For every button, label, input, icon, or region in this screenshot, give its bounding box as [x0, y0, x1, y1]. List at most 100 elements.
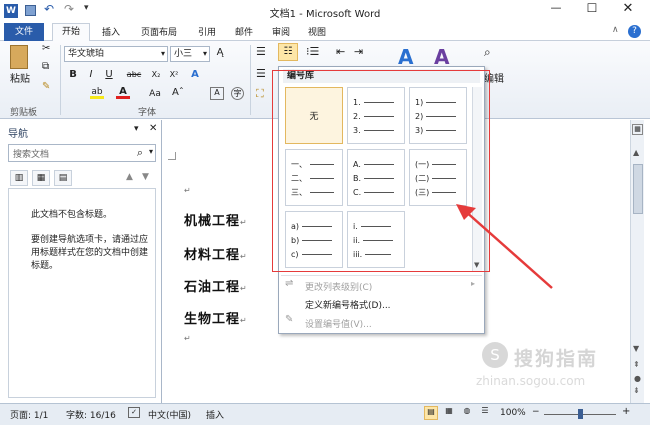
- doc-heading-4[interactable]: 生物工程↵: [184, 308, 248, 327]
- close-button[interactable]: ✕: [616, 1, 640, 19]
- search-icon[interactable]: ⌕: [137, 146, 143, 160]
- prev-page-icon[interactable]: ⇞: [633, 360, 640, 369]
- help-icon[interactable]: ?: [628, 25, 641, 38]
- scroll-up-icon[interactable]: ▲: [633, 148, 639, 157]
- tab-home[interactable]: 开始: [52, 23, 90, 42]
- decrease-indent-icon[interactable]: ⇤: [336, 45, 345, 58]
- nav-next-icon[interactable]: ▼: [142, 172, 149, 182]
- vertical-scrollbar[interactable]: ▦ ▲ ▼ ⇞ ● ⇟: [630, 120, 644, 403]
- outline-view-button[interactable]: ☰: [478, 406, 492, 420]
- web-layout-view-button[interactable]: ◍: [460, 406, 474, 420]
- zoom-slider[interactable]: [544, 409, 616, 419]
- proofing-icon[interactable]: ✓: [128, 407, 140, 418]
- scroll-down-icon[interactable]: ▼: [633, 344, 639, 353]
- align-left-icon[interactable]: ☰: [256, 67, 266, 80]
- subscript-button[interactable]: X₂: [148, 68, 164, 82]
- status-zoom[interactable]: 100%: [500, 408, 526, 418]
- nav-pages-tab[interactable]: ▦: [32, 170, 50, 186]
- font-size-select[interactable]: 小三 ▾: [170, 46, 210, 62]
- minimize-button[interactable]: —: [544, 1, 568, 19]
- copy-icon[interactable]: ⧉: [42, 61, 49, 72]
- set-value-icon: ✎: [285, 314, 294, 325]
- ruler-toggle-icon[interactable]: ▦: [632, 124, 643, 135]
- tab-mailings[interactable]: 邮件: [230, 25, 258, 41]
- scroll-thumb[interactable]: [633, 164, 643, 214]
- status-words[interactable]: 字数: 16/16: [66, 408, 116, 421]
- zoom-slider-thumb[interactable]: [578, 409, 583, 419]
- help-up-icon[interactable]: ∧: [612, 25, 619, 35]
- format-painter-icon[interactable]: ✎: [42, 81, 50, 92]
- paragraph-mark: ↵: [240, 252, 248, 261]
- font-group-label: 字体: [138, 108, 157, 118]
- nav-headings-tab[interactable]: ▥: [10, 170, 28, 186]
- navigation-pane: 导航 ▾ ✕ 搜索文档 ⌕ ▾ ▥ ▦ ▤ ▲ ▼ 此文档不包含标题。 要创建导…: [0, 120, 162, 403]
- nav-title: 导航: [8, 129, 28, 140]
- change-level-icon: ⇌: [285, 278, 294, 289]
- paste-button-label[interactable]: 粘贴: [6, 73, 34, 87]
- chevron-down-icon[interactable]: ▾: [149, 147, 153, 156]
- tab-view[interactable]: 视图: [303, 25, 331, 41]
- status-mode[interactable]: 插入: [206, 408, 224, 421]
- search-input[interactable]: 搜索文档: [13, 147, 49, 160]
- bold-button[interactable]: B: [66, 68, 80, 82]
- next-page-icon[interactable]: ⇟: [633, 386, 640, 395]
- ribbon-separator: [60, 45, 61, 115]
- increase-indent-icon[interactable]: ⇥: [354, 45, 363, 58]
- print-layout-view-button[interactable]: ▤: [424, 406, 438, 420]
- chevron-down-icon: ▾: [202, 49, 207, 58]
- multilevel-list-icon[interactable]: ⁝☰: [306, 45, 319, 58]
- underline-button[interactable]: U: [102, 68, 116, 82]
- char-scale-button[interactable]: Aa: [146, 87, 164, 101]
- nav-search-box[interactable]: 搜索文档 ⌕ ▾: [8, 144, 156, 162]
- paragraph-mark: ↵: [184, 334, 191, 343]
- nav-close-icon[interactable]: ✕: [149, 123, 157, 134]
- grow-font-icon[interactable]: Aˆ: [172, 87, 184, 98]
- doc-heading-2[interactable]: 材料工程↵: [184, 244, 248, 263]
- nav-options-icon[interactable]: ▾: [134, 124, 139, 134]
- doc-heading-3[interactable]: 石油工程↵: [184, 276, 248, 295]
- heading-text: 机械工程: [184, 214, 241, 229]
- nav-message-empty: 此文档不包含标题。: [31, 210, 113, 220]
- shading-icon[interactable]: A: [210, 87, 224, 100]
- nav-results-panel: 此文档不包含标题。 要创建导航选项卡，请通过应用标题样式在您的文档中创建标题。: [8, 188, 156, 398]
- status-language[interactable]: 中文(中国): [148, 408, 191, 421]
- zoom-out-icon[interactable]: −: [532, 407, 540, 417]
- page-corner-mark: [168, 152, 176, 160]
- tab-insert[interactable]: 插入: [96, 25, 126, 41]
- watermark-logo-icon: S: [482, 342, 508, 368]
- status-page[interactable]: 页面: 1/1: [10, 408, 48, 421]
- menu-set-numbering-value[interactable]: 设置编号值(V)...: [305, 317, 372, 330]
- tab-references[interactable]: 引用: [193, 25, 221, 41]
- italic-button[interactable]: I: [84, 68, 98, 82]
- paragraph-mark: ↵: [240, 284, 248, 293]
- numbering-button[interactable]: ☷: [278, 43, 298, 61]
- nav-results-tab[interactable]: ▤: [54, 170, 72, 186]
- browse-object-icon[interactable]: ●: [634, 374, 641, 383]
- find-icon[interactable]: ⌕: [484, 45, 491, 60]
- tab-page-layout[interactable]: 页面布局: [134, 25, 184, 41]
- full-screen-view-button[interactable]: ▦: [442, 406, 456, 420]
- maximize-button[interactable]: ☐: [580, 1, 604, 19]
- change-case-icon[interactable]: Ą: [212, 46, 228, 60]
- menu-change-list-level[interactable]: 更改列表级别(C): [305, 280, 372, 293]
- strikethrough-button[interactable]: abc: [124, 68, 144, 82]
- cut-icon[interactable]: ✂: [42, 43, 50, 54]
- tab-review[interactable]: 审阅: [267, 25, 295, 41]
- highlight-icon[interactable]: ab: [90, 87, 104, 99]
- superscript-button[interactable]: X²: [166, 68, 182, 82]
- text-effects-button[interactable]: A: [188, 68, 202, 82]
- tab-file[interactable]: 文件: [4, 23, 44, 41]
- bullets-icon[interactable]: ☰: [256, 45, 266, 58]
- status-bar: 页面: 1/1 字数: 16/16 ✓ 中文(中国) 插入 ▤ ▦ ◍ ☰ 10…: [0, 403, 650, 425]
- paste-icon[interactable]: [10, 45, 28, 69]
- enclose-char-icon[interactable]: 字: [231, 87, 244, 100]
- font-size-value: 小三: [174, 49, 193, 59]
- shading-fill-icon[interactable]: ⛶: [256, 87, 264, 101]
- nav-previous-icon[interactable]: ▲: [126, 172, 133, 182]
- font-name-select[interactable]: 华文琥珀 ▾: [64, 46, 168, 62]
- doc-heading-1[interactable]: 机械工程↵: [184, 210, 248, 229]
- zoom-in-icon[interactable]: +: [622, 406, 630, 417]
- annotation-arrow: [456, 204, 553, 289]
- font-color-icon[interactable]: A: [116, 87, 130, 99]
- menu-define-new-format[interactable]: 定义新编号格式(D)...: [305, 298, 391, 311]
